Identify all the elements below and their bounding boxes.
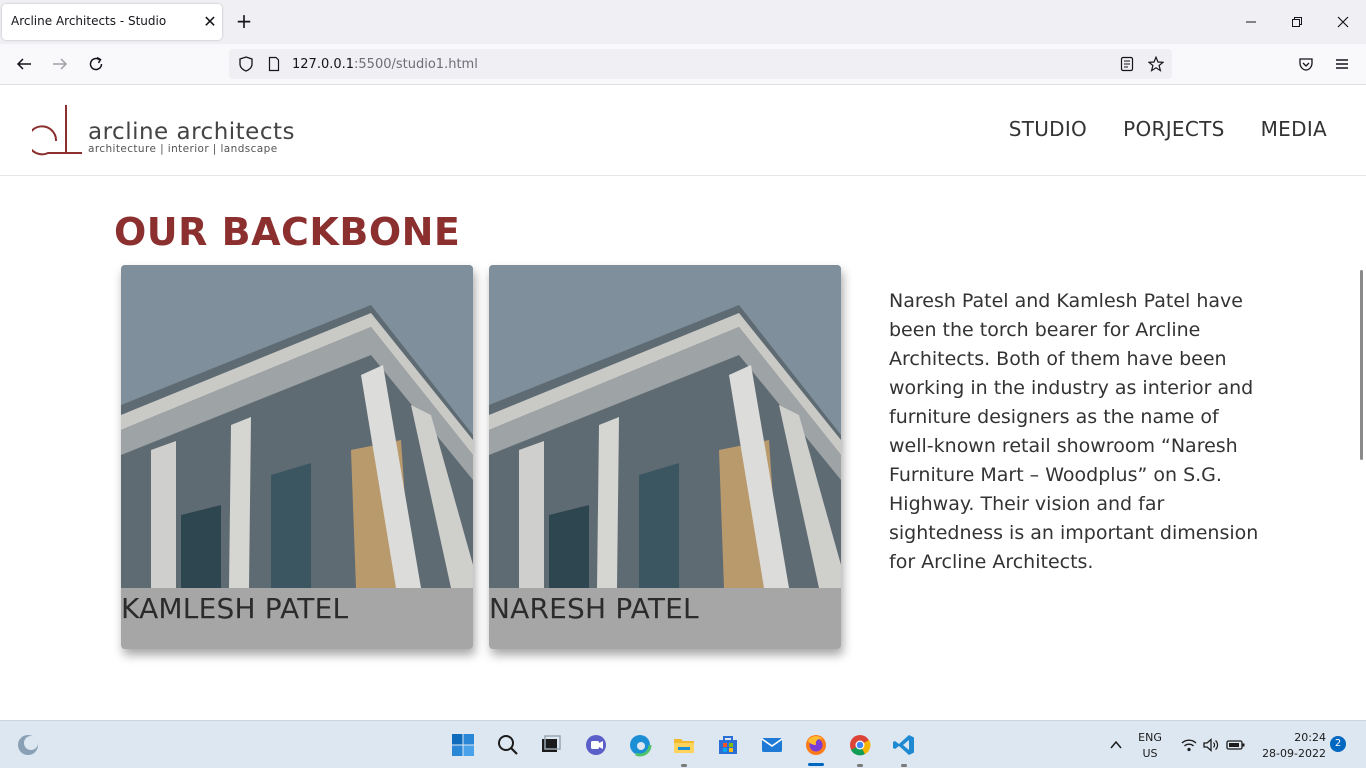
search-icon[interactable]: [494, 731, 522, 759]
close-window-icon[interactable]: [1328, 8, 1358, 36]
arcline-logo-icon[interactable]: [27, 103, 86, 157]
menu-hamburger-icon[interactable]: [1330, 52, 1354, 76]
bookmark-star-icon[interactable]: [1144, 52, 1168, 76]
reader-view-icon[interactable]: [1115, 52, 1139, 76]
card-name: KAMLESH PATEL: [121, 592, 349, 625]
clock-date[interactable]: 28-09-2022: [1258, 747, 1326, 760]
building-photo: [489, 265, 841, 588]
page-icon: [262, 52, 286, 76]
language-indicator[interactable]: ENG: [1134, 731, 1166, 744]
reload-icon[interactable]: [84, 52, 108, 76]
logo-tagline: architecture | interior | landscape: [88, 143, 278, 155]
chevron-up-icon[interactable]: [1102, 731, 1130, 759]
pocket-icon[interactable]: [1294, 52, 1318, 76]
nav-projects-link[interactable]: PORJECTS: [1123, 117, 1225, 141]
team-card-naresh[interactable]: NARESH PATEL: [489, 265, 841, 649]
chrome-icon[interactable]: [846, 731, 874, 759]
notification-badge[interactable]: 2: [1330, 736, 1346, 752]
minimize-icon[interactable]: [1236, 8, 1266, 36]
team-card-kamlesh[interactable]: KAMLESH PATEL: [121, 265, 473, 649]
vscode-icon[interactable]: [890, 731, 918, 759]
card-name: NARESH PATEL: [489, 592, 699, 625]
url-text[interactable]: 127.0.0.1:5500/studio1.html: [292, 57, 478, 72]
edge-browser-icon[interactable]: [626, 731, 654, 759]
shield-icon[interactable]: [234, 52, 258, 76]
microsoft-store-icon[interactable]: [714, 731, 742, 759]
widgets-icon[interactable]: [14, 731, 42, 759]
browser-tab[interactable]: Arcline Architects - Studio ✕: [2, 4, 222, 40]
region-indicator[interactable]: US: [1134, 747, 1166, 760]
about-paragraph: Naresh Patel and Kamlesh Patel have been…: [889, 290, 1259, 573]
building-photo: [121, 265, 473, 588]
page-scrollbar[interactable]: [1360, 270, 1363, 460]
task-view-icon[interactable]: [537, 731, 565, 759]
section-title: OUR BACKBONE: [114, 210, 461, 254]
running-indicator: [901, 764, 907, 767]
url-bar[interactable]: 127.0.0.1:5500/studio1.html: [229, 49, 1172, 79]
active-app-indicator: [808, 763, 824, 766]
url-path: :5500/studio1.html: [354, 57, 478, 72]
new-tab-button[interactable]: +: [232, 10, 256, 34]
nav-media-link[interactable]: MEDIA: [1261, 117, 1327, 141]
running-indicator: [681, 764, 687, 767]
windows-start-icon[interactable]: [449, 731, 477, 759]
url-host: 127.0.0.1: [292, 57, 355, 72]
teams-chat-icon[interactable]: [582, 731, 610, 759]
firefox-icon[interactable]: [802, 731, 830, 759]
tab-title: Arcline Architects - Studio: [11, 14, 167, 28]
site-navigation: STUDIO PORJECTS MEDIA: [1009, 117, 1327, 141]
nav-studio-link[interactable]: STUDIO: [1009, 117, 1087, 141]
back-arrow-icon[interactable]: [12, 52, 36, 76]
browser-navigation-bar: 127.0.0.1:5500/studio1.html: [0, 44, 1366, 85]
windows-taskbar: ENG US 20:24 28-09-2022: [0, 720, 1366, 768]
logo-name: arcline architects: [88, 119, 295, 145]
restore-icon[interactable]: [1282, 8, 1312, 36]
battery-icon[interactable]: [1222, 731, 1250, 759]
mail-icon[interactable]: [758, 731, 786, 759]
site-header: arcline architects architecture | interi…: [0, 85, 1366, 176]
running-indicator: [857, 764, 863, 767]
file-explorer-icon[interactable]: [670, 731, 698, 759]
tab-close-icon[interactable]: ✕: [200, 12, 220, 32]
browser-tab-strip: Arcline Architects - Studio ✕ +: [0, 0, 1366, 44]
volume-icon[interactable]: [1197, 731, 1225, 759]
forward-arrow-icon[interactable]: [48, 52, 72, 76]
clock-time[interactable]: 20:24: [1258, 731, 1326, 744]
